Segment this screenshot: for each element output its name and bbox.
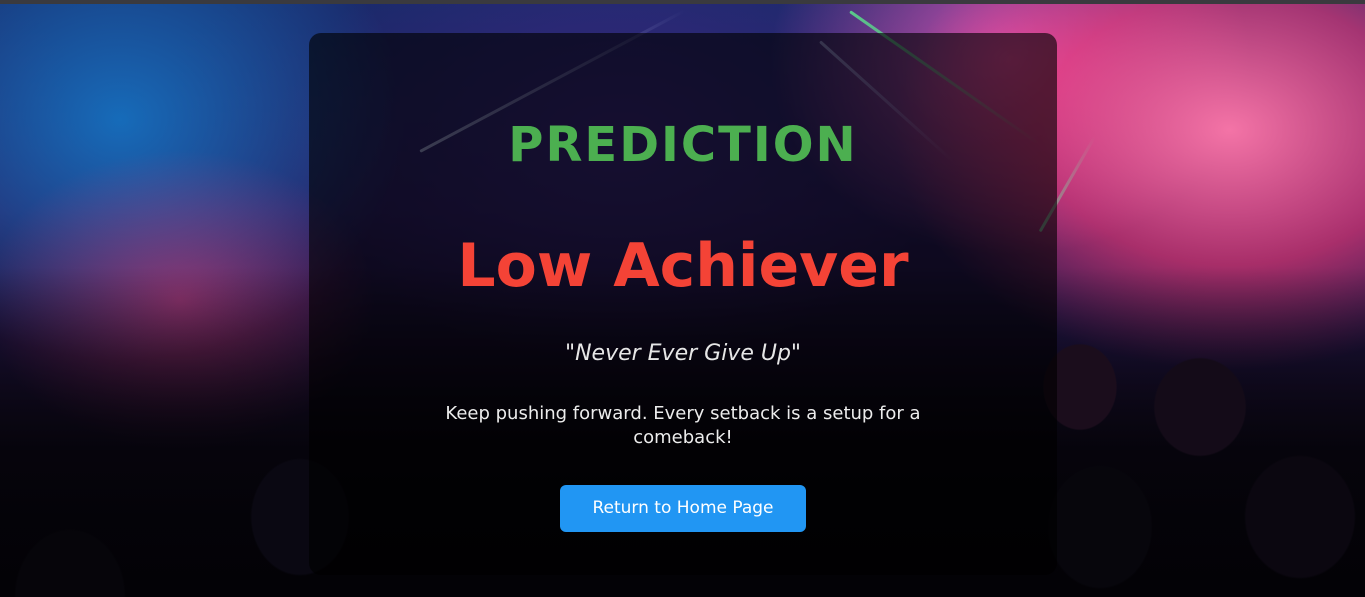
- return-home-button[interactable]: Return to Home Page: [560, 485, 806, 532]
- prediction-card: PREDICTION Low Achiever "Never Ever Give…: [309, 33, 1057, 575]
- top-strip: [0, 0, 1365, 4]
- prediction-result: Low Achiever: [457, 231, 909, 301]
- encouragement-message: Keep pushing forward. Every setback is a…: [445, 403, 921, 448]
- motivational-quote: "Never Ever Give Up": [564, 341, 802, 366]
- prediction-heading: PREDICTION: [508, 117, 858, 173]
- prediction-page: PREDICTION Low Achiever "Never Ever Give…: [0, 0, 1365, 597]
